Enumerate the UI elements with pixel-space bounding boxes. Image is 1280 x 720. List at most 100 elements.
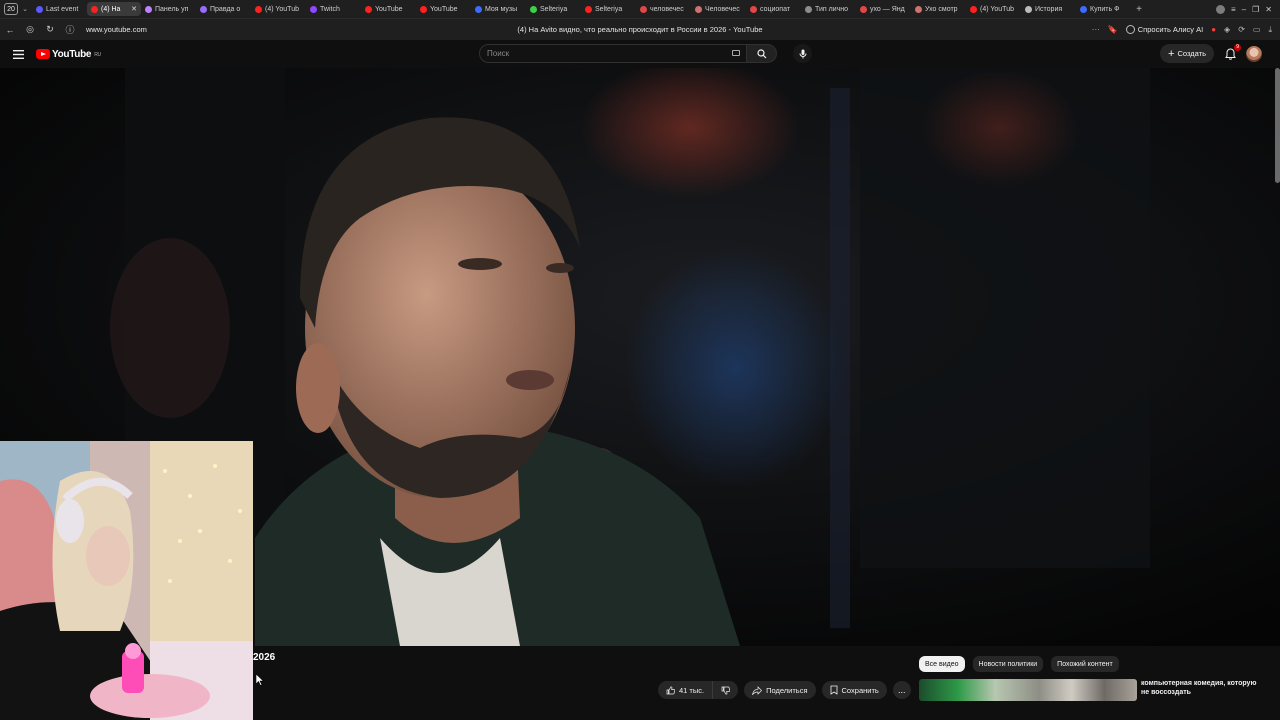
tab-favicon-icon <box>1080 5 1087 13</box>
browser-tab[interactable]: Last event <box>32 2 87 16</box>
browser-tab[interactable]: Человечес <box>691 2 746 16</box>
reload-icon[interactable]: ↻ <box>40 24 60 35</box>
browser-tab[interactable]: (4) YouTub <box>251 2 306 16</box>
back-icon[interactable]: ← <box>0 25 20 35</box>
youtube-header: YouTube RU Поиск + Создать 9 <box>0 40 1280 68</box>
filter-chip[interactable]: Все видео <box>919 656 965 672</box>
menu-icon[interactable]: ≡ <box>1231 5 1236 14</box>
tab-close-icon[interactable]: ✕ <box>131 5 137 13</box>
browser-tab[interactable]: Selteriya <box>581 2 636 16</box>
bookmark-icon[interactable]: 🔖 <box>1108 25 1118 34</box>
thumbs-up-icon <box>666 685 675 694</box>
address-bar-row: ← ◎ ↻ ⓘ www.youtube.com (4) На Avito вид… <box>0 18 1280 40</box>
tab-label: Last event <box>46 5 79 13</box>
yandex-icon[interactable]: ◎ <box>20 24 40 35</box>
tab-favicon-icon <box>1025 5 1032 13</box>
like-count: 41 тыс. <box>679 685 705 695</box>
tab-label: (4) YouTub <box>980 5 1014 13</box>
header-right: + Создать 9 <box>1160 43 1262 63</box>
browser-tab[interactable]: ухо — Янд <box>856 2 911 16</box>
tab-label: Купить Ф <box>1090 5 1120 13</box>
window-controls: ≡ – ❐ ✕ <box>1216 4 1280 14</box>
tab-label: Ухо смотр <box>925 5 958 13</box>
tab-count[interactable]: 20 <box>4 3 18 15</box>
tab-label: Twitch <box>320 5 340 13</box>
search-icon <box>756 48 766 58</box>
notifications-badge: 9 <box>1234 43 1241 51</box>
plus-icon: + <box>1168 47 1175 60</box>
browser-tab[interactable]: Тип лично <box>801 2 856 16</box>
browser-tab[interactable]: человечес <box>636 2 691 16</box>
close-window-icon[interactable]: ✕ <box>1265 5 1272 14</box>
tab-label: Тип лично <box>815 5 849 13</box>
filter-chip[interactable]: Новости политики <box>972 656 1044 672</box>
browser-tab[interactable]: История <box>1021 2 1076 16</box>
browser-tab[interactable]: Панель уп <box>141 2 196 16</box>
tab-favicon-icon <box>420 5 427 13</box>
tab-favicon-icon <box>200 5 207 13</box>
tab-favicon-icon <box>585 5 592 13</box>
page-scrollbar[interactable] <box>1275 68 1280 183</box>
recommendation-item[interactable]: компьютерная комедия, которую не воссозд… <box>919 679 1266 701</box>
collections-icon[interactable]: ▭ <box>1253 25 1261 34</box>
guide-menu-icon[interactable] <box>0 49 36 59</box>
download-icon[interactable]: ⤓ <box>1268 25 1272 35</box>
ask-alice-button[interactable]: Спросить Алису AI <box>1125 25 1204 34</box>
share-button[interactable]: Поделиться <box>744 681 816 699</box>
tab-favicon-icon <box>36 5 43 13</box>
keyboard-icon[interactable] <box>732 50 740 56</box>
recommendation-thumbnail[interactable] <box>919 679 1137 701</box>
extensions-icon[interactable]: ◈ <box>1224 25 1230 34</box>
ask-alice-label: Спросить Алису AI <box>1137 25 1204 34</box>
tab-label: Selteriya <box>540 5 568 13</box>
avatar[interactable] <box>1246 45 1262 62</box>
restore-icon[interactable]: ❐ <box>1252 5 1259 14</box>
browser-tab[interactable]: Twitch <box>306 2 361 16</box>
tab-label: социопат <box>760 5 791 13</box>
more-actions-button[interactable]: ... <box>892 681 911 699</box>
browser-tab[interactable]: Selteriya <box>526 2 581 16</box>
new-tab-button[interactable]: + <box>1131 4 1147 15</box>
webcam-overlay <box>0 441 253 720</box>
tab-favicon-icon <box>91 5 98 13</box>
notifications-button[interactable]: 9 <box>1222 43 1241 62</box>
tab-favicon-icon <box>970 5 977 13</box>
tab-favicon-icon <box>915 5 922 13</box>
browser-tab[interactable]: (4) На ✕ <box>87 2 141 16</box>
browser-tab[interactable]: Правда о <box>196 2 251 16</box>
mouse-cursor-icon <box>256 674 264 686</box>
more-icon[interactable]: ··· <box>1092 25 1100 34</box>
region-code: RU <box>94 51 101 58</box>
browser-tab[interactable]: (4) YouTub <box>966 2 1021 16</box>
recommendation-title[interactable]: компьютерная комедия, которую не воссозд… <box>1141 679 1266 701</box>
url-field[interactable]: www.youtube.com <box>86 25 446 34</box>
dislike-button[interactable] <box>713 681 739 699</box>
voice-search-button[interactable] <box>793 44 812 63</box>
tab-favicon-icon <box>860 5 867 13</box>
share-label: Поделиться <box>766 685 808 695</box>
site-info-icon[interactable]: ⓘ <box>60 23 80 36</box>
browser-tab[interactable]: Моя музы <box>471 2 526 16</box>
profile-icon[interactable] <box>1216 4 1225 14</box>
save-button[interactable]: Сохранить <box>821 681 887 699</box>
tab-label: человечес <box>650 5 684 13</box>
sync-icon[interactable]: ⟳ <box>1238 25 1245 34</box>
browser-tab[interactable]: YouTube <box>361 2 416 16</box>
browser-tab[interactable]: Купить Ф <box>1076 2 1131 16</box>
browser-tab[interactable]: YouTube <box>416 2 471 16</box>
video-title: 2026 <box>253 652 276 663</box>
tab-label: История <box>1035 5 1063 13</box>
tab-favicon-icon <box>255 5 262 13</box>
tab-list-dropdown-icon[interactable]: ⌄ <box>18 5 32 13</box>
browser-tab[interactable]: социопат <box>746 2 801 16</box>
youtube-logo[interactable]: YouTube RU <box>36 49 101 60</box>
search-button[interactable] <box>747 44 777 63</box>
create-button[interactable]: + Создать <box>1160 44 1214 63</box>
minimize-icon[interactable]: – <box>1242 5 1246 14</box>
search-input[interactable]: Поиск <box>479 44 747 63</box>
browser-tab[interactable]: Ухо смотр <box>911 2 966 16</box>
save-label: Сохранить <box>841 685 879 695</box>
like-button[interactable]: 41 тыс. <box>658 681 714 699</box>
filter-chip[interactable]: Похожий контент <box>1051 656 1119 672</box>
extension-icon[interactable]: ● <box>1211 25 1216 34</box>
